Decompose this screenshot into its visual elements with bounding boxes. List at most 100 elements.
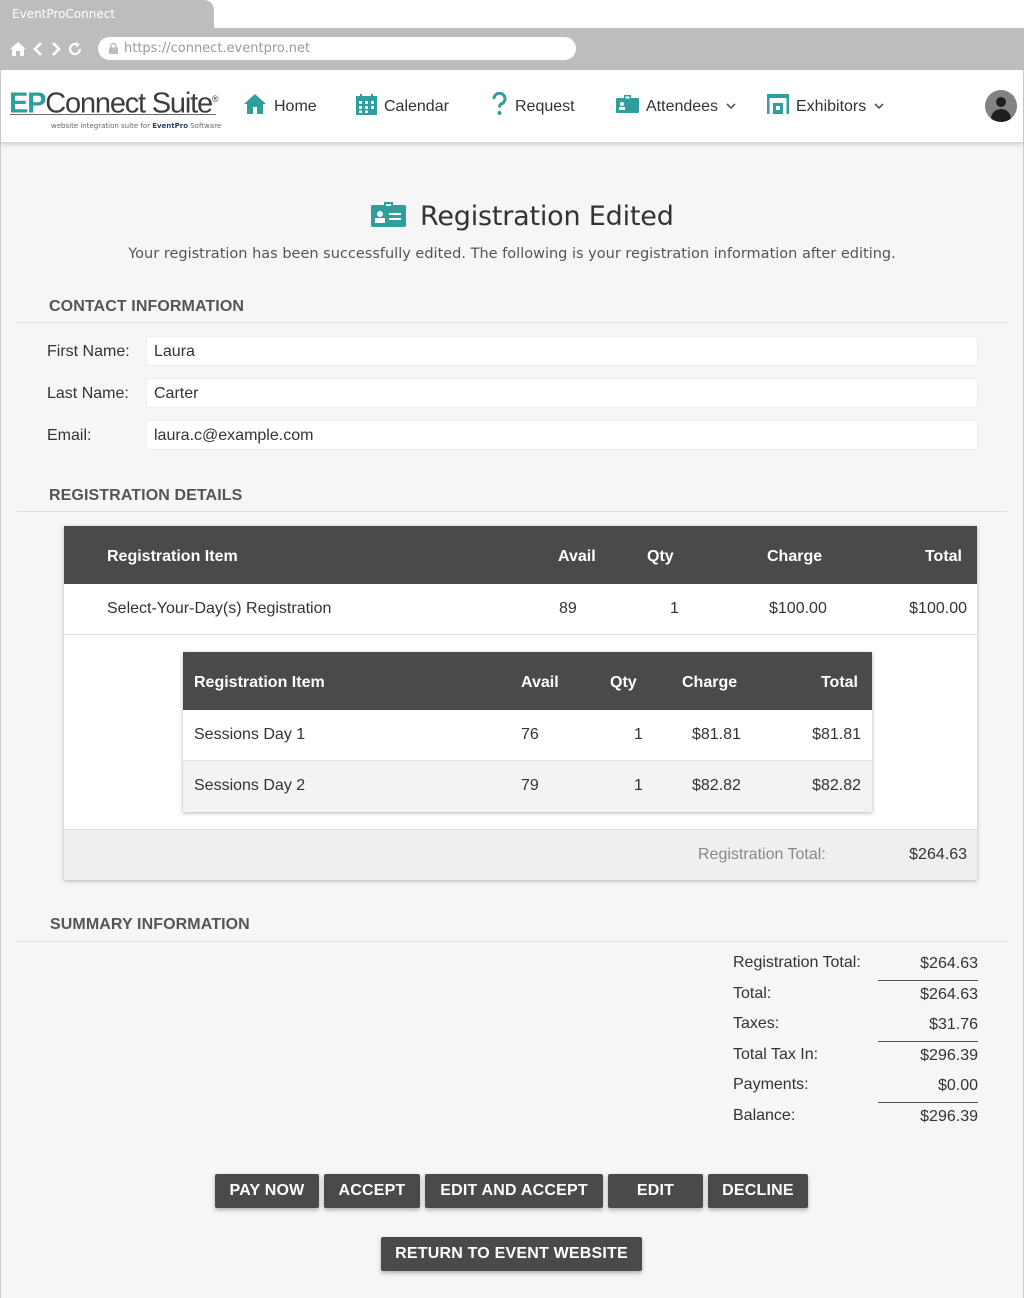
divider [17,511,1007,512]
summary-heading: SUMMARY INFORMATION [50,916,250,933]
summary-value: $264.63 [920,955,978,972]
summary-row: Balance: $296.39 [733,1102,978,1133]
nav-home[interactable]: Home [243,70,317,143]
nav-calendar[interactable]: Calendar [356,70,449,143]
user-avatar[interactable] [985,90,1017,122]
summary-value: $296.39 [920,1108,978,1125]
item-cell: Sessions Day 2 [194,777,306,794]
booth-icon [767,94,789,119]
badge-icon [616,95,639,118]
summary-label: Registration Total: [733,954,861,971]
column-header-total: Total [820,674,858,691]
summary-value: $31.76 [929,1016,978,1033]
summary-value: $264.63 [920,986,978,1003]
column-header-charge: Charge [682,674,738,691]
avail-cell: 89 [559,600,577,617]
column-header-qty: Qty [647,548,674,565]
browser-window: EventProConnect https://connect.eventpro… [0,0,1024,1298]
return-to-event-website-button[interactable]: RETURN TO EVENT WEBSITE [381,1237,642,1271]
nav-exhibitors-label: Exhibitors [796,97,867,115]
charge-cell: $81.81 [692,726,741,743]
edit-button[interactable]: EDIT [608,1174,703,1208]
table-header: Registration Item Avail Qty Charge Total [64,526,977,584]
nav-request[interactable]: Request [491,70,575,143]
tab-strip: EventProConnect [0,0,1024,29]
details-heading: REGISTRATION DETAILS [49,487,243,504]
url-text: https://connect.eventpro.net [124,41,311,56]
item-cell: Sessions Day 1 [194,726,306,743]
sum-rule [878,980,978,981]
last-name-row: Last Name: Carter [47,378,978,408]
table-row: Sessions Day 1 76 1 $81.81 $81.81 [183,710,872,761]
column-header-item: Registration Item [107,548,238,565]
logo-tagline: website integration suite for EventPro S… [51,121,222,130]
sub-items-table: Registration Item Avail Qty Charge Total… [183,652,872,812]
email-label: Email: [47,427,92,444]
email-row: Email: laura.c@example.com [47,420,978,450]
table-footer: Registration Total: $264.63 [64,829,977,880]
summary-label: Payments: [733,1076,809,1093]
nav-home-label: Home [274,97,317,115]
summary-label: Total: [733,985,772,1002]
column-header-avail: Avail [558,548,596,565]
total-cell: $82.82 [812,777,861,794]
table-row: Select-Your-Day(s) Registration 89 1 $10… [64,584,977,635]
edit-and-accept-button[interactable]: EDIT AND ACCEPT [425,1174,603,1208]
qty-cell: 1 [634,726,643,743]
column-header-charge: Charge [767,548,823,565]
site-page: EPConnect Suite® website integration sui… [1,70,1023,1298]
item-cell: Select-Your-Day(s) Registration [107,600,332,617]
total-cell: $81.81 [812,726,861,743]
browser-nav-buttons [9,38,83,60]
first-name-row: First Name: Laura [47,336,978,366]
registration-total-label: Registration Total: [698,846,826,863]
forward-icon[interactable] [49,40,63,58]
summary-row: Taxes: $31.76 [733,1011,978,1041]
last-name-label: Last Name: [47,385,129,402]
home-icon[interactable] [9,40,27,58]
pay-now-button[interactable]: PAY NOW [215,1174,319,1208]
sum-rule [878,1102,978,1103]
sum-rule [878,1041,978,1042]
home-icon [243,93,267,120]
qty-cell: 1 [634,777,643,794]
browser-tab[interactable]: EventProConnect [0,0,214,29]
first-name-field[interactable]: Laura [146,336,978,366]
qty-cell: 1 [670,600,679,617]
summary-label: Balance: [733,1107,796,1124]
summary-label: Taxes: [733,1015,780,1032]
logo-underline [10,114,216,115]
page-heading: Registration Edited [420,201,674,232]
avail-cell: 76 [521,726,539,743]
url-bar[interactable]: https://connect.eventpro.net [98,37,576,60]
total-cell: $100.00 [909,600,967,617]
calendar-icon [356,93,377,120]
reload-icon[interactable] [67,40,83,58]
summary-label: Total Tax In: [733,1046,819,1063]
summary-row: Total: $264.63 [733,980,978,1011]
avail-cell: 79 [521,777,539,794]
decline-button[interactable]: DECLINE [708,1174,808,1208]
question-icon [491,91,508,121]
nav-attendees[interactable]: Attendees [616,70,737,143]
first-name-label: First Name: [47,343,130,360]
email-field[interactable]: laura.c@example.com [146,420,978,450]
charge-cell: $82.82 [692,777,741,794]
column-header-qty: Qty [610,674,637,691]
nav-exhibitors[interactable]: Exhibitors [767,70,885,143]
summary-value: $296.39 [920,1047,978,1064]
back-icon[interactable] [31,40,45,58]
chevron-down-icon [725,98,737,116]
last-name-field[interactable]: Carter [146,378,978,408]
registration-table: Registration Item Avail Qty Charge Total… [64,526,977,880]
ep-connect-suite-logo[interactable]: EPConnect Suite® website integration sui… [9,84,222,132]
browser-toolbar: https://connect.eventpro.net [0,28,1024,70]
table-header: Registration Item Avail Qty Charge Total [183,652,872,710]
divider [17,941,1007,942]
charge-cell: $100.00 [769,600,827,617]
accept-button[interactable]: ACCEPT [324,1174,420,1208]
nav-attendees-label: Attendees [646,97,719,115]
id-card-icon [371,201,406,232]
summary-value: $0.00 [937,1077,978,1094]
page-title: Registration Edited [371,201,674,232]
